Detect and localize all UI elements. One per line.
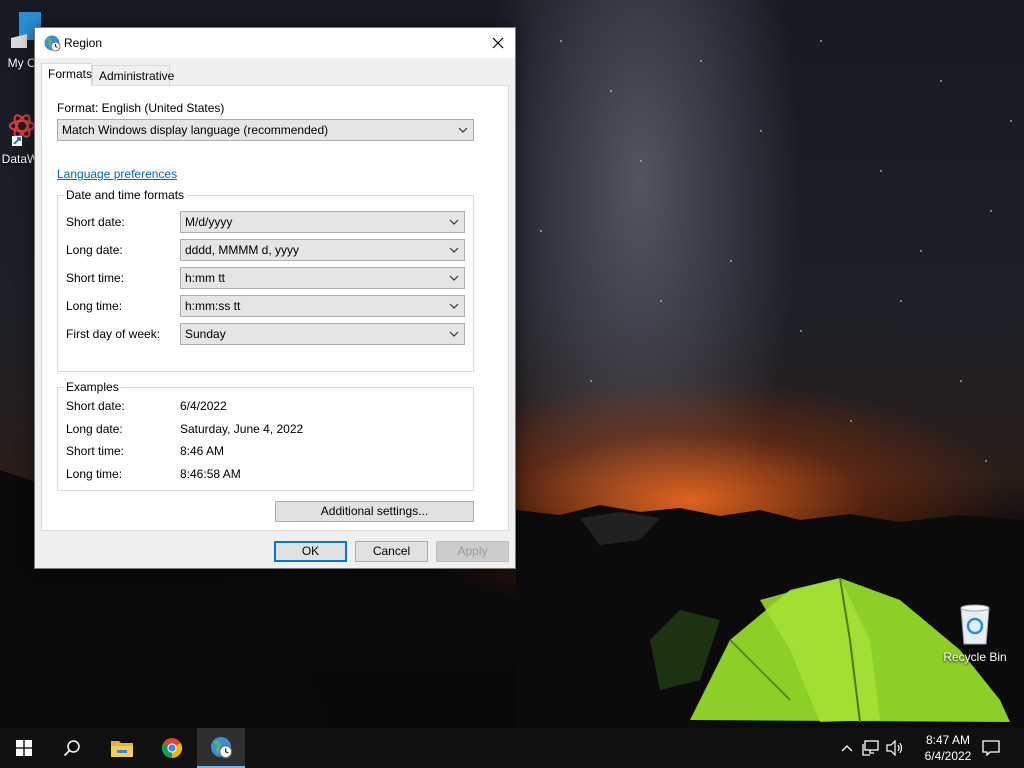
title-bar[interactable]: Region (35, 28, 515, 58)
long-time-label: Long time: (66, 299, 123, 313)
clock-date: 6/4/2022 (924, 749, 972, 763)
long-time-dropdown[interactable]: h:mm:ss tt (180, 295, 465, 317)
apply-button[interactable]: Apply (436, 541, 509, 562)
short-time-dropdown[interactable]: h:mm tt (180, 267, 465, 289)
tab-label: Administrative (99, 69, 175, 83)
taskbar-chrome[interactable] (148, 728, 196, 768)
chevron-down-icon (449, 275, 459, 281)
language-preferences-link[interactable]: Language preferences (57, 167, 177, 181)
format-dropdown[interactable]: Match Windows display language (recommen… (57, 119, 474, 141)
chevron-down-icon (449, 219, 459, 225)
example-long-time-label: Long time: (66, 467, 123, 481)
desktop-icon-label: Recycle Bin (943, 650, 1007, 664)
desktop-icon-recycle-bin[interactable]: Recycle Bin (940, 602, 1010, 664)
example-short-time-value: 8:46 AM (180, 444, 225, 458)
examples-group: Examples Short date: 6/4/2022 Long date:… (57, 380, 474, 491)
format-label: Format: English (United States) (57, 101, 225, 115)
folder-icon (111, 741, 133, 757)
short-time-value: h:mm tt (185, 271, 226, 285)
short-date-value: M/d/yyyy (185, 215, 233, 229)
cancel-button[interactable]: Cancel (355, 541, 428, 562)
first-day-of-week-label: First day of week: (66, 327, 161, 341)
dialog-title: Region (64, 36, 103, 50)
tab-label: Formats (48, 67, 93, 81)
first-day-of-week-dropdown[interactable]: Sunday (180, 323, 465, 345)
volume-button[interactable] (884, 728, 906, 768)
long-date-label: Long date: (66, 243, 123, 257)
action-center-button[interactable] (976, 728, 1006, 768)
chevron-up-icon (841, 745, 853, 752)
example-long-time-value: 8:46:58 AM (180, 467, 241, 481)
taskbar: 8:47 AM 6/4/2022 (0, 728, 1024, 768)
formats-panel: Format: English (United States) Match Wi… (41, 85, 509, 531)
network-button[interactable] (860, 728, 882, 768)
first-day-of-week-value: Sunday (185, 327, 226, 341)
desktop-icon-label: DataW (1, 152, 39, 166)
close-icon (492, 37, 504, 49)
chevron-down-icon (458, 127, 468, 133)
clock-time: 8:47 AM (925, 733, 971, 747)
additional-settings-button[interactable]: Additional settings... (275, 501, 474, 522)
region-dialog: Region Formats Administrative Format: En… (34, 27, 516, 569)
globe-clock-icon (211, 737, 233, 759)
example-long-date-label: Long date: (66, 422, 123, 436)
start-button[interactable] (0, 728, 48, 768)
atom-shortcut-icon (9, 114, 35, 146)
windows-logo-icon (16, 740, 32, 756)
long-date-value: dddd, MMMM d, yyyy (185, 243, 300, 257)
speaker-icon (886, 740, 903, 756)
group-title: Date and time formats (64, 188, 187, 202)
chevron-down-icon (449, 303, 459, 309)
globe-clock-icon (44, 35, 61, 52)
chevron-down-icon (449, 331, 459, 337)
date-time-formats-group: Date and time formats Short date: M/d/yy… (57, 188, 474, 372)
long-time-value: h:mm:ss tt (185, 299, 241, 313)
short-date-label: Short date: (66, 215, 125, 229)
system-clock[interactable]: 8:47 AM 6/4/2022 (918, 732, 978, 764)
ok-button[interactable]: OK (274, 541, 347, 562)
tab-formats[interactable]: Formats (41, 63, 92, 86)
show-hidden-icons-button[interactable] (838, 728, 856, 768)
chevron-down-icon (449, 247, 459, 253)
search-icon (63, 740, 80, 757)
close-button[interactable] (481, 28, 515, 58)
short-date-dropdown[interactable]: M/d/yyyy (180, 211, 465, 233)
example-long-date-value: Saturday, June 4, 2022 (180, 422, 304, 436)
format-dropdown-value: Match Windows display language (recommen… (62, 123, 329, 137)
search-button[interactable] (48, 728, 96, 768)
taskbar-file-explorer[interactable] (98, 728, 146, 768)
notification-icon (982, 740, 1000, 756)
long-date-dropdown[interactable]: dddd, MMMM d, yyyy (180, 239, 465, 261)
taskbar-region[interactable] (197, 728, 245, 768)
chrome-icon (161, 738, 183, 759)
example-short-time-label: Short time: (66, 444, 125, 458)
tab-administrative[interactable]: Administrative (92, 65, 174, 86)
group-title: Examples (64, 380, 121, 394)
short-time-label: Short time: (66, 271, 125, 285)
network-icon (862, 740, 879, 756)
example-short-date-value: 6/4/2022 (180, 399, 227, 413)
recycle-bin-icon (960, 604, 990, 645)
example-short-date-label: Short date: (66, 399, 125, 413)
